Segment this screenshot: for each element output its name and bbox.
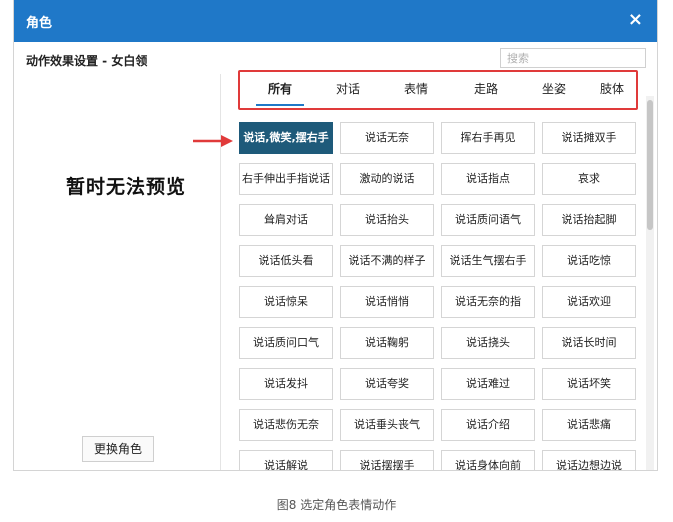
action-card[interactable]: 说话抬头 — [340, 204, 434, 236]
action-card[interactable]: 说话悲伤无奈 — [239, 409, 333, 441]
action-card[interactable]: 说话低头看 — [239, 245, 333, 277]
action-card[interactable]: 说话无奈 — [340, 122, 434, 154]
action-card[interactable]: 说话垂头丧气 — [340, 409, 434, 441]
tab-walk[interactable]: 走路 — [458, 72, 514, 108]
tab-sit[interactable]: 坐姿 — [526, 72, 582, 108]
action-card[interactable]: 说话,微笑,摆右手 — [239, 122, 333, 154]
action-card[interactable]: 说话欢迎 — [542, 286, 636, 318]
category-tabs: 所有 对话 表情 走路 坐姿 肢体 — [238, 70, 638, 110]
pointer-arrow-icon — [193, 135, 233, 147]
dialog-subtitle: 动作效果设置 - 女白领 — [26, 54, 148, 68]
action-card[interactable]: 哀求 — [542, 163, 636, 195]
action-card[interactable]: 说话发抖 — [239, 368, 333, 400]
action-card[interactable]: 说话惊呆 — [239, 286, 333, 318]
preview-message: 暂时无法预览 — [66, 176, 187, 198]
role-dialog: 角色 × 动作效果设置 - 女白领 暂时无法预览 更换角色 所有 对话 表情 走… — [14, 0, 657, 470]
action-card[interactable]: 说话身体向前 — [441, 450, 535, 470]
action-card[interactable]: 说话质问口气 — [239, 327, 333, 359]
action-card[interactable]: 说话解说 — [239, 450, 333, 470]
action-card[interactable]: 耸肩对话 — [239, 204, 333, 236]
action-card[interactable]: 说话吃惊 — [542, 245, 636, 277]
close-button[interactable]: × — [628, 9, 643, 30]
search-input[interactable] — [500, 48, 646, 68]
change-role-button[interactable]: 更换角色 — [82, 436, 154, 462]
action-card[interactable]: 说话生气摆右手 — [441, 245, 535, 277]
action-grid: 说话,微笑,摆右手 说话无奈 挥右手再见 说话摊双手右手伸出手指说话 激动的说话 说话指点… — [237, 122, 639, 470]
action-card[interactable]: 说话悄悄 — [340, 286, 434, 318]
action-card[interactable]: 说话质问语气 — [441, 204, 535, 236]
tab-dialogue[interactable]: 对话 — [320, 72, 376, 108]
scroll-thumb[interactable] — [647, 100, 653, 230]
action-card[interactable]: 说话鞠躬 — [340, 327, 434, 359]
action-card[interactable]: 说话指点 — [441, 163, 535, 195]
action-card[interactable]: 挥右手再见 — [441, 122, 535, 154]
action-card[interactable]: 说话无奈的指 — [441, 286, 535, 318]
action-card[interactable]: 说话边想边说 — [542, 450, 636, 470]
action-card[interactable]: 说话长时间 — [542, 327, 636, 359]
preview-panel: 暂时无法预览 更换角色 — [14, 74, 221, 470]
tab-all[interactable]: 所有 — [252, 72, 308, 108]
action-card[interactable]: 说话介绍 — [441, 409, 535, 441]
action-card[interactable]: 说话难过 — [441, 368, 535, 400]
action-card[interactable]: 激动的说话 — [340, 163, 434, 195]
scrollbar[interactable] — [646, 96, 654, 470]
action-card[interactable]: 右手伸出手指说话 — [239, 163, 333, 195]
action-card[interactable]: 说话悲痛 — [542, 409, 636, 441]
tab-body[interactable]: 肢体 — [584, 72, 640, 108]
action-card[interactable]: 说话摆摆手 — [340, 450, 434, 470]
action-card[interactable]: 说话坏笑 — [542, 368, 636, 400]
dialog-title: 角色 — [26, 16, 53, 31]
dialog-titlebar: 角色 × — [14, 0, 657, 42]
action-card[interactable]: 说话不满的样子 — [340, 245, 434, 277]
tab-expression[interactable]: 表情 — [388, 72, 444, 108]
action-card[interactable]: 说话夸奖 — [340, 368, 434, 400]
action-card[interactable]: 说话抬起脚 — [542, 204, 636, 236]
action-card[interactable]: 说话挠头 — [441, 327, 535, 359]
figure-caption: 图8 选定角色表情动作 — [276, 498, 397, 512]
action-card[interactable]: 说话摊双手 — [542, 122, 636, 154]
